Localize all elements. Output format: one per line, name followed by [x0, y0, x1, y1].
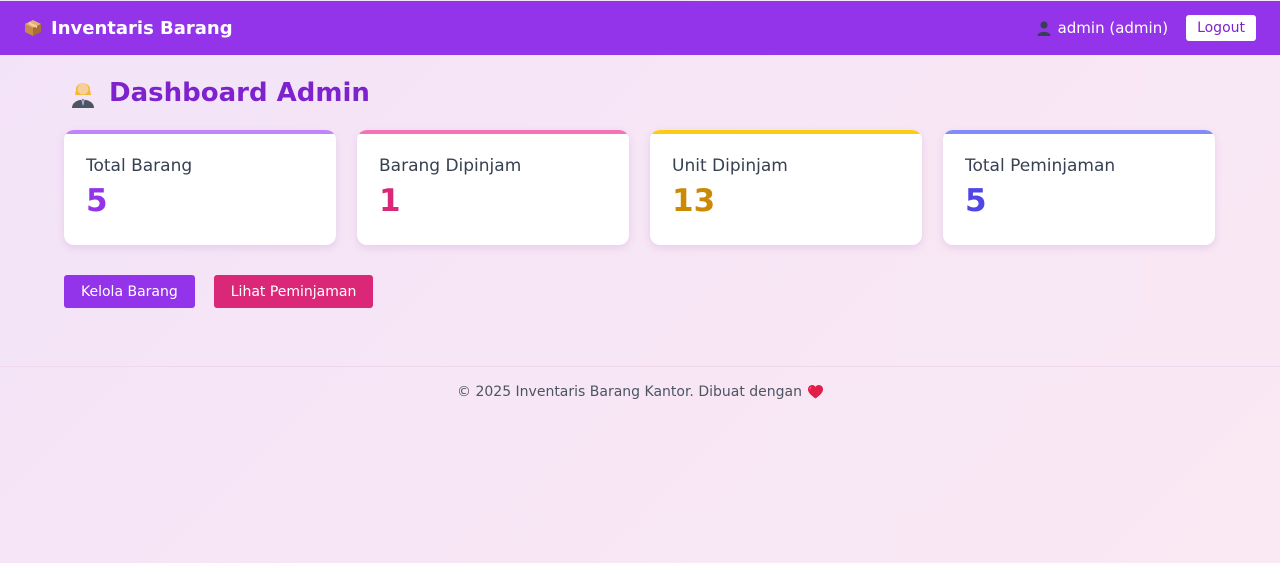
footer: © 2025 Inventaris Barang Kantor. Dibuat … — [0, 384, 1280, 400]
package-icon — [24, 19, 42, 37]
navbar: Inventaris Barang admin (admin) Logout — [0, 1, 1280, 55]
stat-label: Unit Dipinjam — [672, 156, 788, 176]
kelola-barang-button[interactable]: Kelola Barang — [64, 275, 195, 308]
page-title: Dashboard Admin — [70, 78, 370, 108]
page-title-text: Dashboard Admin — [109, 78, 370, 108]
stat-value: 13 — [672, 183, 716, 219]
admin-icon — [70, 78, 96, 108]
stat-label: Total Peminjaman — [965, 156, 1116, 176]
brand-name: Inventaris Barang — [51, 17, 233, 39]
heart-icon — [807, 385, 823, 399]
user-info: admin (admin) — [1037, 19, 1168, 37]
stat-card-total-peminjaman: Total Peminjaman 5 — [943, 130, 1215, 245]
footer-text: © 2025 Inventaris Barang Kantor. Dibuat … — [457, 384, 802, 400]
stat-card-total-barang: Total Barang 5 — [64, 130, 336, 245]
nav-right: admin (admin) Logout — [1037, 15, 1256, 41]
stat-card-barang-dipinjam: Barang Dipinjam 1 — [357, 130, 629, 245]
brand-link[interactable]: Inventaris Barang — [24, 18, 233, 39]
action-buttons: Kelola Barang Lihat Peminjaman — [64, 275, 374, 308]
stats-cards: Total Barang 5 Barang Dipinjam 1 Unit Di… — [64, 130, 1215, 245]
stat-label: Barang Dipinjam — [379, 156, 522, 176]
user-icon — [1037, 20, 1051, 36]
stat-card-unit-dipinjam: Unit Dipinjam 13 — [650, 130, 922, 245]
user-label: admin (admin) — [1057, 19, 1169, 37]
logout-button[interactable]: Logout — [1186, 15, 1256, 41]
lihat-peminjaman-button[interactable]: Lihat Peminjaman — [213, 275, 374, 308]
stat-label: Total Barang — [86, 156, 193, 176]
stat-value: 5 — [965, 183, 987, 219]
stat-value: 5 — [86, 183, 108, 219]
stat-value: 1 — [379, 183, 401, 219]
footer-divider — [0, 366, 1280, 367]
